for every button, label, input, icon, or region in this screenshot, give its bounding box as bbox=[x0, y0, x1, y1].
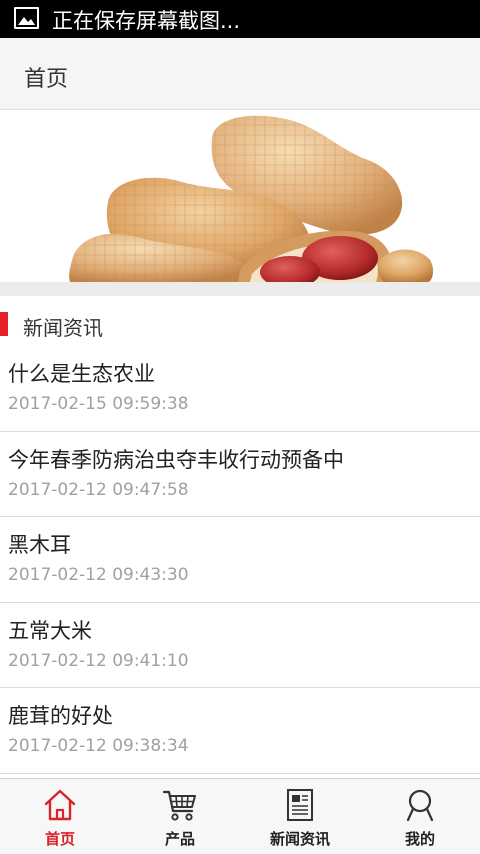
tab-label: 产品 bbox=[164, 830, 195, 848]
status-bar: 正在保存屏幕截图... bbox=[0, 0, 480, 38]
status-notification-text: 正在保存屏幕截图... bbox=[52, 9, 241, 33]
news-title: 鹿茸的好处 bbox=[8, 704, 113, 728]
user-icon bbox=[406, 789, 434, 822]
news-list-item[interactable]: 鹿茸的好处 2017-02-12 09:38:34 bbox=[0, 688, 480, 774]
cart-icon bbox=[162, 790, 196, 821]
news-date: 2017-02-12 09:47:58 bbox=[8, 479, 189, 500]
tab-news[interactable]: 新闻资讯 bbox=[240, 779, 360, 854]
news-date: 2017-02-12 09:41:10 bbox=[8, 650, 189, 671]
page-title: 首页 bbox=[24, 67, 69, 92]
section-accent-bar bbox=[0, 312, 8, 336]
news-list-item[interactable]: 什么是生态农业 2017-02-15 09:59:38 bbox=[0, 346, 480, 432]
app-bar: 首页 bbox=[0, 38, 480, 110]
news-title: 五常大米 bbox=[8, 618, 92, 643]
home-icon bbox=[44, 789, 76, 821]
peanuts-image bbox=[0, 110, 480, 282]
image-icon bbox=[14, 7, 39, 29]
news-date: 2017-02-15 09:59:38 bbox=[8, 394, 189, 414]
news-section-header: 新闻资讯 bbox=[0, 296, 480, 346]
news-list-item[interactable]: 黑木耳 2017-02-12 09:43:30 bbox=[0, 517, 480, 603]
section-divider bbox=[0, 282, 480, 296]
tab-products[interactable]: 产品 bbox=[120, 779, 240, 854]
tab-label: 首页 bbox=[44, 830, 75, 848]
news-date: 2017-02-12 09:43:30 bbox=[8, 565, 189, 585]
peanuts-banner[interactable] bbox=[0, 110, 480, 282]
news-list-item[interactable]: 今年春季防病治虫夺丰收行动预备中 2017-02-12 09:47:58 bbox=[0, 431, 480, 517]
tab-home[interactable]: 首页 bbox=[0, 779, 120, 854]
newspaper-icon bbox=[287, 789, 313, 821]
news-list-item[interactable]: 五常大米 2017-02-12 09:41:10 bbox=[0, 602, 480, 688]
tab-label: 新闻资讯 bbox=[269, 830, 330, 848]
news-date: 2017-02-12 09:38:34 bbox=[8, 736, 189, 756]
news-title: 黑木耳 bbox=[8, 533, 71, 557]
bottom-tab-bar: 首页 产品 新闻资讯 我的 bbox=[0, 778, 480, 854]
news-title: 什么是生态农业 bbox=[8, 362, 155, 386]
news-list: 什么是生态农业 2017-02-15 09:59:38 今年春季防病治虫夺丰收行… bbox=[0, 346, 480, 774]
news-title: 今年春季防病治虫夺丰收行动预备中 bbox=[8, 447, 344, 472]
news-section-title: 新闻资讯 bbox=[23, 316, 103, 340]
tab-profile[interactable]: 我的 bbox=[360, 779, 480, 854]
tab-label: 我的 bbox=[404, 830, 435, 848]
